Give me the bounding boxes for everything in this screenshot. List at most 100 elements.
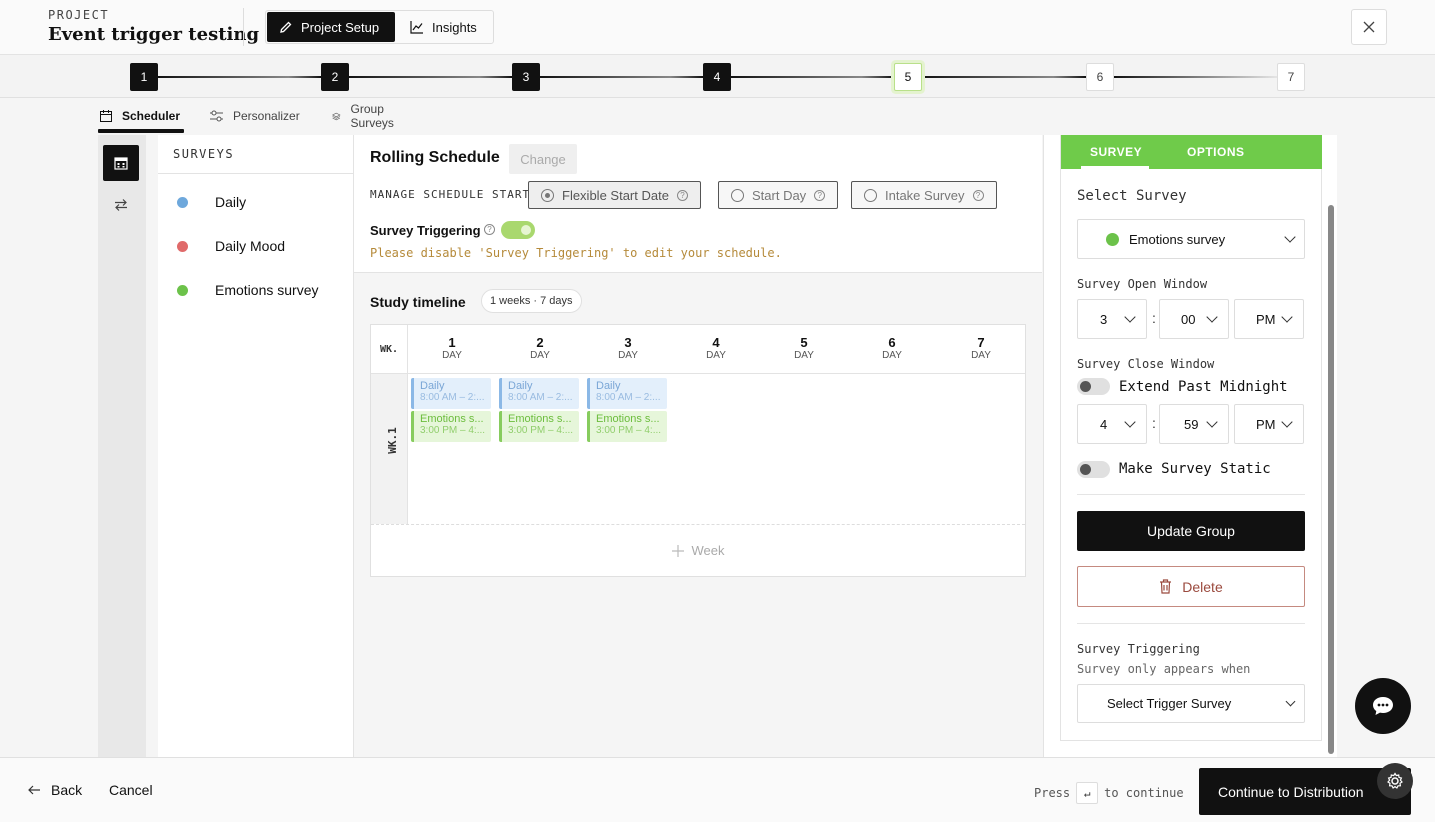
survey-color-dot <box>177 240 188 252</box>
update-group-button[interactable]: Update Group <box>1077 511 1305 551</box>
time-separator: : <box>1152 310 1156 326</box>
survey-triggering-toggle[interactable] <box>501 221 535 239</box>
step-4[interactable]: 4 <box>703 63 731 91</box>
delete-button[interactable]: Delete <box>1077 566 1305 607</box>
survey-item-daily[interactable]: Daily <box>158 180 353 224</box>
tab-survey[interactable]: SURVEY <box>1090 135 1142 169</box>
make-static-toggle[interactable] <box>1077 461 1110 478</box>
option-intake-survey[interactable]: Intake Survey ? <box>851 181 997 209</box>
day-header: 2 DAY <box>496 335 584 361</box>
add-week-label: Week <box>691 543 725 558</box>
day-label: DAY <box>442 350 462 361</box>
close-minute-select[interactable]: 59 <box>1159 404 1229 444</box>
trigger-survey-select[interactable]: Select Trigger Survey <box>1077 684 1305 723</box>
subtab-group-surveys[interactable]: Group Surveys <box>332 100 399 132</box>
radio-icon <box>864 188 877 202</box>
step-7[interactable]: 7 <box>1277 63 1305 91</box>
event-chip-emotions[interactable]: Emotions s... 3:00 PM – 4:... <box>411 411 491 442</box>
survey-color-dot <box>177 284 188 296</box>
survey-detail-card: SURVEY OPTIONS Select Survey Emotions su… <box>1060 135 1322 741</box>
back-button[interactable]: Back <box>28 782 82 798</box>
progress-stepper: 1 2 3 4 5 6 7 <box>0 55 1435 98</box>
to-continue-text: to continue <box>1104 786 1184 800</box>
survey-select[interactable]: Emotions survey <box>1077 219 1305 259</box>
plus-icon <box>671 544 684 557</box>
day-header: 4 DAY <box>672 335 760 361</box>
study-timeline-section: Study timeline 1 weeks · 7 days WK. 1 DAY… <box>354 274 1042 757</box>
help-icon: ? <box>972 189 984 201</box>
survey-name: Emotions survey <box>215 282 319 298</box>
chat-button[interactable] <box>1355 678 1411 734</box>
step-6[interactable]: 6 <box>1086 63 1114 91</box>
day-number: 6 <box>888 335 896 350</box>
event-chip-emotions[interactable]: Emotions s... 3:00 PM – 4:... <box>587 411 667 442</box>
settings-button[interactable] <box>1377 763 1413 799</box>
day-header: 6 DAY <box>848 335 936 361</box>
survey-select-value: Emotions survey <box>1129 231 1226 247</box>
option-flexible-start[interactable]: Flexible Start Date ? <box>528 181 701 209</box>
keyboard-hint: Press ↵ to continue <box>1034 782 1184 804</box>
subtab-scheduler[interactable]: Scheduler <box>100 100 180 132</box>
event-name: Daily <box>508 380 533 392</box>
close-hour-select[interactable]: 4 <box>1077 404 1147 444</box>
subtab-personalizer[interactable]: Personalizer <box>210 100 300 132</box>
tab-project-setup[interactable]: Project Setup <box>267 12 395 42</box>
event-time: 3:00 PM – 4:... <box>420 425 486 436</box>
active-subtab-indicator <box>98 129 184 133</box>
add-week-button[interactable]: Week <box>371 524 1025 576</box>
extend-midnight-toggle[interactable] <box>1077 378 1110 395</box>
subtab-group-surveys-label: Group Surveys <box>350 102 394 130</box>
cancel-button[interactable]: Cancel <box>109 782 153 798</box>
day-header: 5 DAY <box>760 335 848 361</box>
rail-calendar-button[interactable] <box>103 145 139 181</box>
help-icon: ? <box>484 224 495 235</box>
step-5[interactable]: 5 <box>894 63 922 91</box>
survey-item-emotions[interactable]: Emotions survey <box>158 268 353 312</box>
chevron-down-icon <box>1124 311 1136 323</box>
enter-key-icon: ↵ <box>1076 782 1099 804</box>
close-ampm-select[interactable]: PM <box>1234 404 1304 444</box>
calendar-icon <box>114 157 128 170</box>
step-2[interactable]: 2 <box>321 63 349 91</box>
main-tabbar: Project Setup Insights <box>265 10 494 44</box>
arrow-left-icon <box>28 785 40 795</box>
chat-bubble-icon <box>1373 697 1393 715</box>
event-chip-daily[interactable]: Daily 8:00 AM – 2:... <box>587 378 667 409</box>
swap-arrows-icon <box>115 199 127 211</box>
time-separator: : <box>1152 415 1156 431</box>
survey-item-daily-mood[interactable]: Daily Mood <box>158 224 353 268</box>
step-1[interactable]: 1 <box>130 63 158 91</box>
day-label: DAY <box>706 350 726 361</box>
open-ampm-select[interactable]: PM <box>1234 299 1304 339</box>
survey-name: Daily <box>215 194 247 210</box>
step-connector <box>540 76 703 78</box>
day-label: DAY <box>971 350 991 361</box>
step-3[interactable]: 3 <box>512 63 540 91</box>
day-header: 7 DAY <box>937 335 1025 361</box>
rail-swap-button[interactable] <box>103 187 139 223</box>
select-survey-label: Select Survey <box>1077 188 1187 204</box>
close-window-label: Survey Close Window <box>1077 357 1215 371</box>
event-name: Daily <box>596 380 621 392</box>
event-chip-emotions[interactable]: Emotions s... 3:00 PM – 4:... <box>499 411 579 442</box>
close-button[interactable] <box>1351 9 1387 45</box>
close-ampm-value: PM <box>1256 416 1276 432</box>
open-minute-select[interactable]: 00 <box>1159 299 1229 339</box>
day-number: 4 <box>712 335 720 350</box>
tab-insights[interactable]: Insights <box>398 12 492 42</box>
change-button[interactable]: Change <box>509 144 577 174</box>
project-label: PROJECT <box>48 8 110 22</box>
open-hour-select[interactable]: 3 <box>1077 299 1147 339</box>
option-start-day[interactable]: Start Day ? <box>718 181 839 209</box>
surveys-heading: SURVEYS <box>158 135 353 174</box>
tab-options[interactable]: OPTIONS <box>1187 135 1245 169</box>
option-label: Flexible Start Date <box>562 187 669 203</box>
sliders-icon <box>210 110 223 122</box>
divider <box>1077 623 1305 624</box>
event-chip-daily[interactable]: Daily 8:00 AM – 2:... <box>411 378 491 409</box>
radio-icon <box>731 188 744 202</box>
make-static-label: Make Survey Static <box>1119 461 1271 477</box>
close-icon <box>1363 21 1375 33</box>
right-panel-scrollbar[interactable] <box>1328 205 1334 754</box>
event-chip-daily[interactable]: Daily 8:00 AM – 2:... <box>499 378 579 409</box>
